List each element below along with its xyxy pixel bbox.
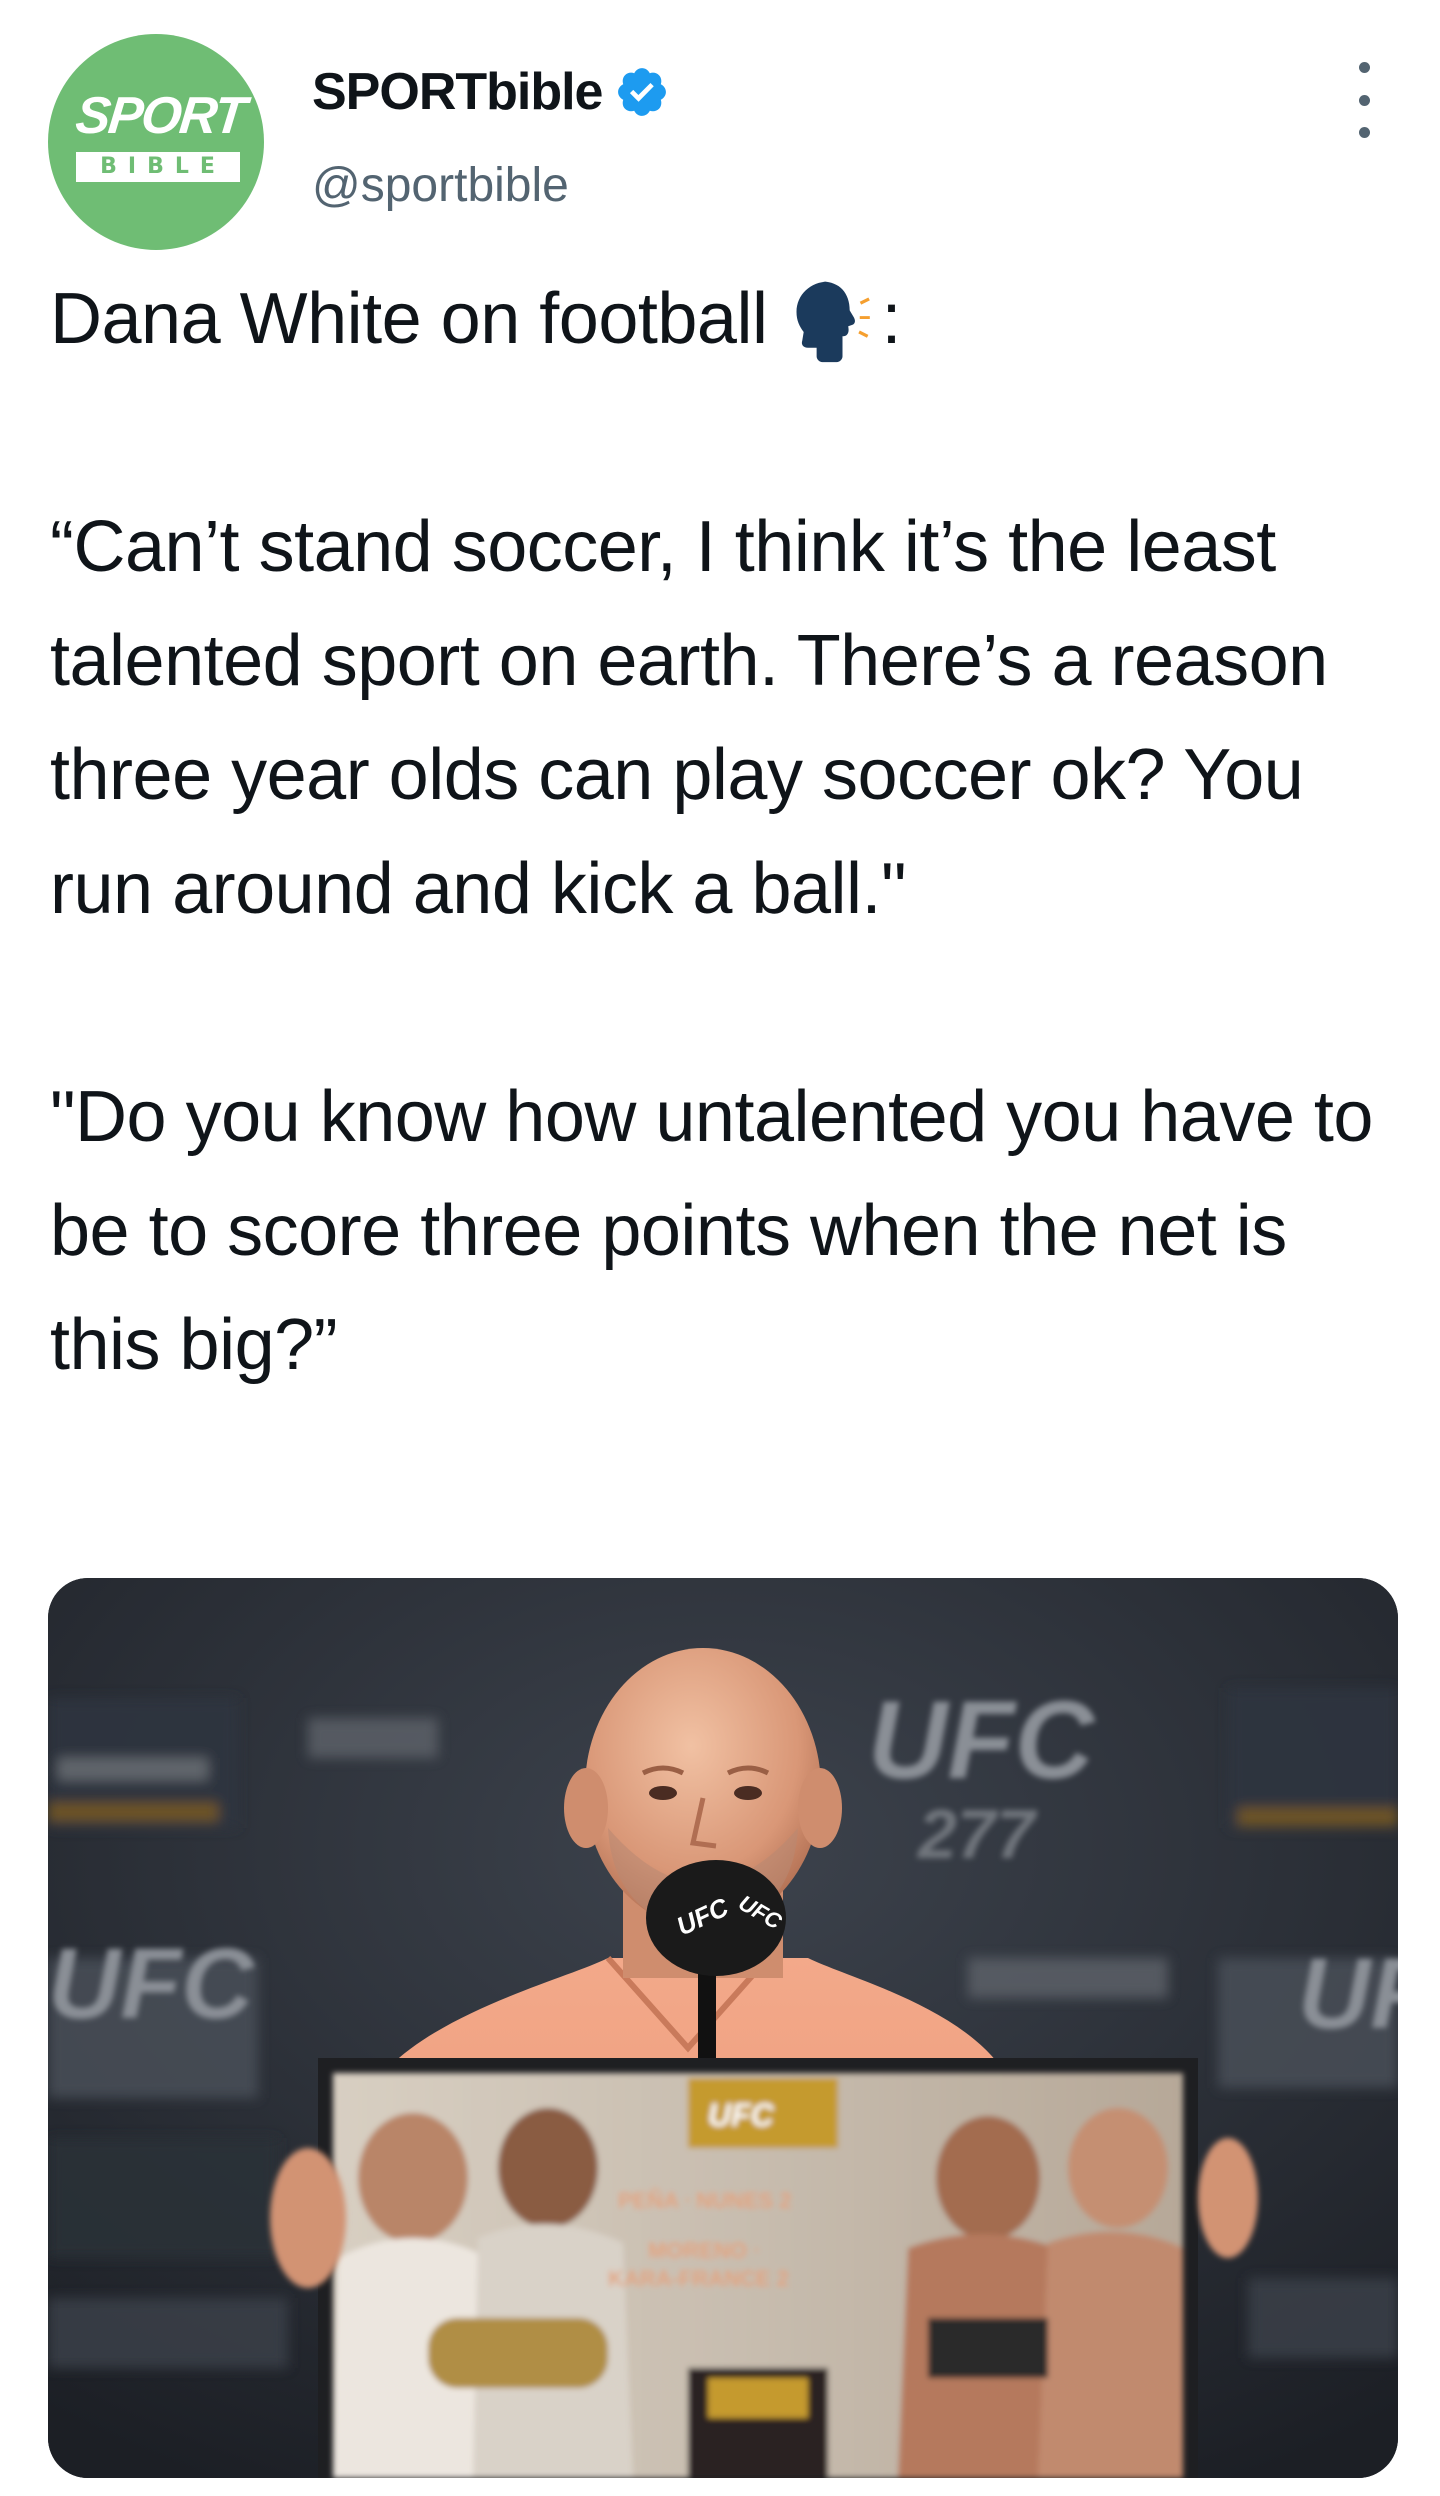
verified-badge-icon [618, 68, 667, 116]
svg-text:UFC: UFC [868, 1679, 1096, 1802]
tweet-headline: Dana White on football : [50, 262, 1410, 376]
tweet-quote-1: “Can’t stand soccer, I think it’s the le… [50, 507, 1328, 929]
podium-poster: UFC PEÑA ᐧ NUNES 2 MORENO ᐧ KARA-FRANCE … [318, 2058, 1198, 2478]
account-handle[interactable]: @sportbible [312, 158, 569, 214]
svg-text:KARA-FRANCE 2: KARA-FRANCE 2 [608, 2266, 789, 2291]
avatar[interactable]: SPORT BIBLE [48, 34, 264, 250]
more-dot-icon [1358, 62, 1370, 73]
tweet-media-photo[interactable]: UFC 277 UFC UFC UFC UFC [48, 1578, 1398, 2478]
account-name[interactable]: SPORTbible [312, 62, 670, 122]
avatar-logo-sport: SPORT [72, 87, 248, 145]
speaking-head-icon [796, 281, 871, 363]
avatar-logo-bible: BIBLE [76, 152, 240, 182]
tweet-header: SPORT BIBLE SPORTbible @sportbible [0, 0, 1440, 260]
svg-text:277: 277 [916, 1795, 1038, 1873]
tweet-headline-text: Dana White on football [50, 279, 768, 359]
more-dot-icon [1358, 94, 1370, 106]
more-dot-icon [1358, 127, 1370, 138]
tweet-quote-2: "Do you know how untalented you have to … [50, 1077, 1373, 1385]
tweet-text: Dana White on football : “Can’t stand so… [50, 262, 1410, 1402]
tweet-headline-suffix: : [881, 279, 901, 359]
svg-text:UFC: UFC [708, 2097, 775, 2133]
svg-text:UFC: UFC [1298, 1938, 1398, 2050]
svg-text:MORENO ᐧ: MORENO ᐧ [648, 2238, 759, 2263]
more-options-button[interactable] [1344, 62, 1384, 138]
account-name-text: SPORTbible [312, 63, 603, 121]
svg-text:PEÑA ᐧ NUNES 2: PEÑA ᐧ NUNES 2 [618, 2188, 792, 2213]
svg-text:UFC: UFC [48, 1928, 255, 2040]
press-conference-photo: UFC 277 UFC UFC UFC UFC [48, 1578, 1398, 2478]
